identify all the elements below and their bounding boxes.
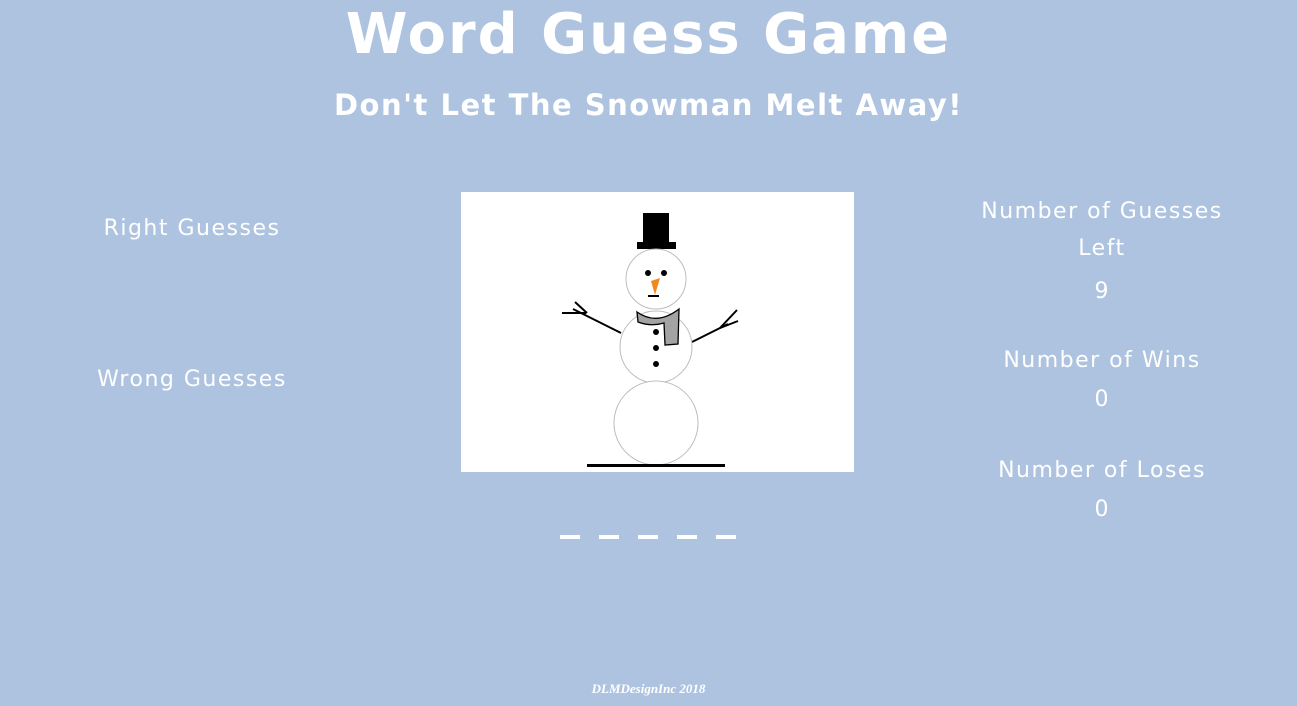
wins-label: Number of Wins <box>1003 348 1201 373</box>
page-subtitle: Don't Let The Snowman Melt Away! <box>333 88 964 122</box>
loses-section: Number of Loses 0 <box>960 452 1244 528</box>
letter-blank <box>638 535 658 539</box>
footer-credit: DLMDesignInc 2018 <box>591 681 706 696</box>
guesses-left-value: 9 <box>1094 279 1110 304</box>
wrong-guesses-label: Wrong Guesses <box>97 367 287 392</box>
guesses-left-label: Number of Guesses Left <box>981 199 1223 261</box>
wins-value: 0 <box>1094 387 1110 412</box>
wins-section: Number of Wins 0 <box>960 342 1244 418</box>
button-3 <box>653 361 659 367</box>
letter-blank <box>677 535 697 539</box>
letter-blank <box>716 535 736 539</box>
snowman-base <box>613 380 699 466</box>
ground-line <box>587 464 725 467</box>
left-eye <box>645 270 651 276</box>
right-eye <box>661 270 667 276</box>
letter-blank <box>599 535 619 539</box>
snowman-illustration <box>562 213 739 467</box>
snowman-canvas <box>461 192 854 472</box>
button-1 <box>653 329 659 335</box>
letter-blank <box>560 535 580 539</box>
word-blanks <box>560 522 736 552</box>
right-guesses-label: Right Guesses <box>103 216 281 241</box>
button-2 <box>653 345 659 351</box>
page-title: Word Guess Game <box>345 2 952 67</box>
loses-label: Number of Loses <box>998 458 1206 483</box>
guesses-left-section: Number of Guesses Left 9 <box>960 193 1244 310</box>
loses-value: 0 <box>1094 497 1110 522</box>
hat-brim <box>637 242 676 249</box>
snowman-head <box>625 248 687 310</box>
hat-crown <box>643 213 669 243</box>
